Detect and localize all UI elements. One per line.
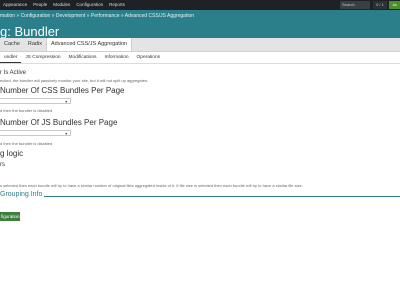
toolbar-menu: Appearance People Modules Configuration … <box>0 0 128 10</box>
css-bundles-select[interactable]: ▼ <box>0 98 71 104</box>
grouping-logic-description: s selected then each bundle will try to … <box>0 183 303 188</box>
tab-modifications[interactable]: Modifications <box>65 52 101 63</box>
tab-radix[interactable]: Radix <box>24 38 46 51</box>
toolbar-item-configuration[interactable]: Configuration <box>73 0 106 10</box>
chevron-down-icon: ▼ <box>64 99 68 104</box>
toolbar-item-reports[interactable]: Reports <box>106 0 128 10</box>
grouping-info-divider <box>44 196 400 197</box>
css-bundles-description: d then the bundler is disabled <box>0 108 53 113</box>
css-bundles-heading: Number Of CSS Bundles Per Page <box>0 86 125 95</box>
toolbar-counter: 0 / 1 <box>373 1 387 9</box>
tab-cache[interactable]: Cache <box>0 38 24 51</box>
grouping-info-legend[interactable]: Grouping Info <box>0 191 42 198</box>
bundler-active-description: ecked, the bundler will passively monito… <box>0 78 149 83</box>
grouping-logic-option[interactable]: rs <box>0 162 5 168</box>
page-header: mation » Configuration » Development » P… <box>0 10 400 38</box>
tab-advanced-aggregation[interactable]: Advanced CSS/JS Aggregation <box>45 38 133 51</box>
toolbar-search-input[interactable]: Search <box>340 1 370 9</box>
toolbar-item-people[interactable]: People <box>30 0 50 10</box>
toolbar-user-button[interactable]: Ja <box>389 1 400 9</box>
save-configuration-button[interactable]: figuration <box>0 212 20 221</box>
grouping-logic-heading: g logic <box>0 149 24 158</box>
tab-bundler[interactable]: undler <box>0 52 22 63</box>
toolbar-item-appearance[interactable]: Appearance <box>0 0 30 10</box>
tab-information[interactable]: Information <box>101 52 133 63</box>
js-bundles-heading: Number Of JS Bundles Per Page <box>0 118 118 127</box>
js-bundles-select[interactable]: ▼ <box>0 130 71 136</box>
page-title: g: Bundler <box>0 24 60 39</box>
bundler-active-checkbox-label[interactable]: r Is Active <box>0 70 26 76</box>
breadcrumb[interactable]: mation » Configuration » Development » P… <box>0 13 194 19</box>
primary-tabs: Cache Radix Advanced CSS/JS Aggregation <box>0 38 400 52</box>
chevron-down-icon: ▼ <box>64 131 68 136</box>
tab-js-compression[interactable]: JS Compression <box>21 52 64 63</box>
secondary-tabs: undler JS Compression Modifications Info… <box>0 52 400 64</box>
js-bundles-description: d then the bundler is disabled <box>0 141 53 146</box>
toolbar-item-modules[interactable]: Modules <box>50 0 73 10</box>
admin-toolbar: Appearance People Modules Configuration … <box>0 0 400 10</box>
tab-operations[interactable]: Operations <box>133 52 164 63</box>
